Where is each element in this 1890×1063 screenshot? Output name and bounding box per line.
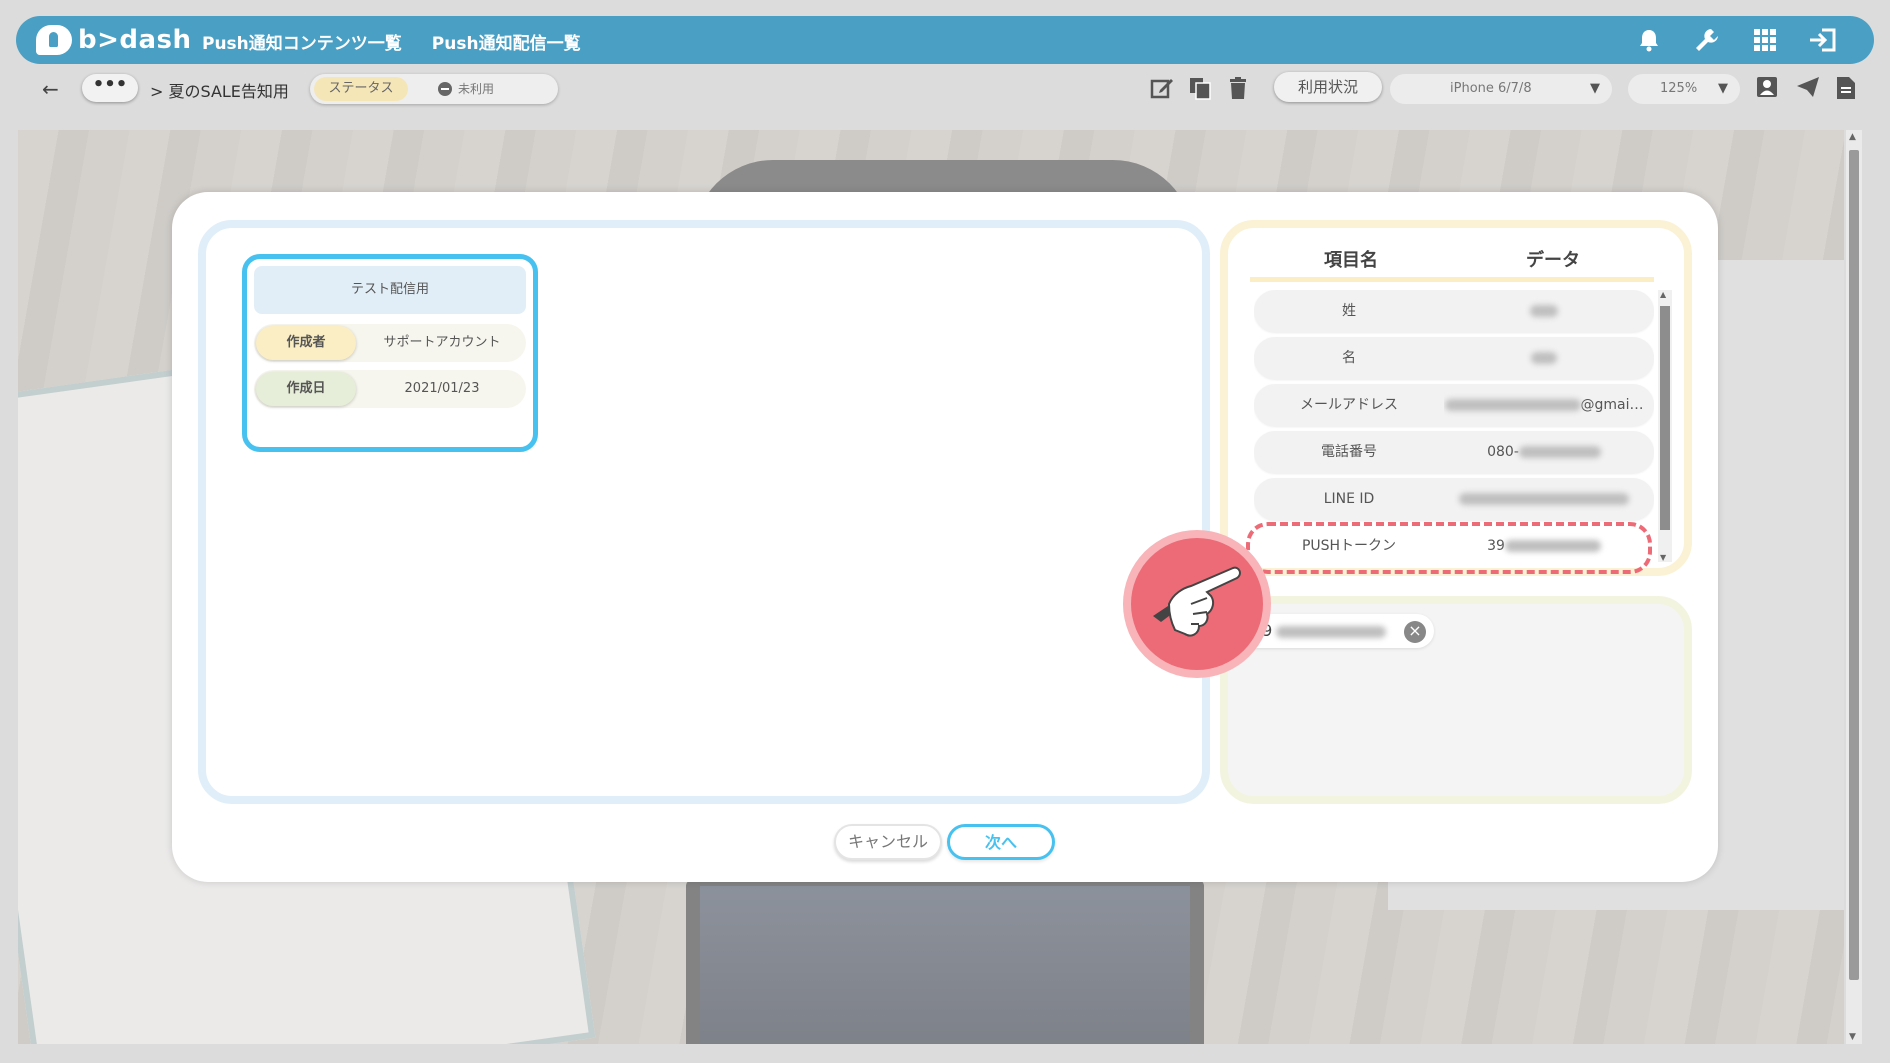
scrollbar-thumb[interactable] bbox=[1660, 306, 1670, 530]
scroll-up-arrow[interactable]: ▲ bbox=[1660, 290, 1666, 299]
device-select[interactable]: iPhone 6/7/8 ▼ bbox=[1390, 74, 1612, 104]
column-header-field-name: 項目名 bbox=[1324, 250, 1378, 271]
field-value bbox=[1444, 478, 1644, 520]
masked-value bbox=[1531, 352, 1557, 364]
field-row-line-id[interactable]: LINE ID bbox=[1254, 478, 1654, 520]
scroll-down-arrow[interactable]: ▼ bbox=[1849, 1032, 1856, 1042]
field-label: 姓 bbox=[1342, 303, 1356, 319]
selected-values-panel: 39 × bbox=[1220, 596, 1692, 804]
cancel-button[interactable]: キャンセル bbox=[834, 824, 942, 860]
field-value: 080- bbox=[1444, 431, 1644, 473]
masked-value bbox=[1276, 625, 1387, 638]
breadcrumb: > 夏のSALE告知用 bbox=[150, 82, 289, 101]
grid-icon[interactable] bbox=[1748, 24, 1782, 56]
scrollbar-thumb[interactable] bbox=[1849, 150, 1859, 980]
more-button[interactable]: ••• bbox=[82, 74, 138, 102]
toolbar: ← ••• > 夏のSALE告知用 ステータス 未利用 利用状況 iPhone … bbox=[10, 66, 1880, 112]
email-domain: @gmai… bbox=[1580, 397, 1644, 413]
document-icon[interactable] bbox=[1836, 76, 1860, 100]
card-row-created-date: 作成日 2021/01/23 bbox=[254, 370, 526, 408]
status-label: ステータス bbox=[314, 77, 408, 101]
remove-chip-icon[interactable]: × bbox=[1404, 621, 1426, 643]
logo-text: b>dash bbox=[78, 25, 192, 55]
scroll-down-arrow[interactable]: ▼ bbox=[1660, 553, 1666, 562]
card-row-value: 2021/01/23 bbox=[404, 381, 480, 396]
usage-button[interactable]: 利用状況 bbox=[1274, 72, 1382, 102]
trash-icon[interactable] bbox=[1226, 76, 1250, 100]
table-header: 項目名 データ bbox=[1250, 244, 1654, 282]
field-label: 電話番号 bbox=[1321, 444, 1377, 460]
push-token-highlight bbox=[1246, 522, 1652, 574]
masked-value bbox=[1444, 399, 1581, 411]
column-header-data: データ bbox=[1526, 250, 1580, 271]
card-row-label: 作成日 bbox=[256, 372, 356, 406]
nav-push-delivery-list[interactable]: Push通知配信一覧 bbox=[432, 29, 581, 54]
bell-icon[interactable] bbox=[1632, 24, 1666, 56]
field-row-email[interactable]: メールアドレス @gmai… bbox=[1254, 384, 1654, 426]
nav-push-content-list[interactable]: Push通知コンテンツ一覧 bbox=[202, 29, 402, 54]
mapping-modal: テスト配信用 作成者 サポートアカウント 作成日 2021/01/23 項目名 … bbox=[172, 192, 1718, 882]
header-icons bbox=[1632, 24, 1840, 56]
minus-circle-icon bbox=[438, 81, 452, 96]
test-delivery-card[interactable]: テスト配信用 作成者 サポートアカウント 作成日 2021/01/23 bbox=[242, 254, 538, 452]
field-value: @gmai… bbox=[1444, 384, 1644, 426]
field-label: LINE ID bbox=[1323, 491, 1375, 507]
chevron-down-icon: ▼ bbox=[1718, 81, 1728, 96]
chevron-down-icon: ▼ bbox=[1590, 81, 1600, 96]
logout-icon[interactable] bbox=[1806, 24, 1840, 56]
masked-value bbox=[1459, 493, 1629, 505]
status-value-text: 未利用 bbox=[458, 82, 495, 96]
toolbar-right-icons bbox=[1756, 76, 1860, 100]
template-panel: テスト配信用 作成者 サポートアカウント 作成日 2021/01/23 bbox=[198, 220, 1210, 804]
field-list-scrollbar[interactable]: ▲ ▼ bbox=[1658, 290, 1672, 562]
status-badge[interactable]: ステータス 未利用 bbox=[310, 74, 558, 104]
phone-prefix: 080- bbox=[1487, 444, 1519, 460]
field-label: 名 bbox=[1342, 350, 1356, 366]
pointing-hand-badge bbox=[1131, 538, 1263, 670]
pointing-hand-icon bbox=[1123, 530, 1271, 678]
card-title: テスト配信用 bbox=[254, 266, 526, 314]
next-button[interactable]: 次へ bbox=[947, 824, 1055, 860]
chip-text: 39 bbox=[1252, 614, 1387, 648]
card-row-creator: 作成者 サポートアカウント bbox=[254, 324, 526, 362]
back-button[interactable]: ← bbox=[42, 77, 59, 101]
top-nav: Push通知コンテンツ一覧 Push通知配信一覧 bbox=[202, 29, 581, 54]
field-label: メールアドレス bbox=[1300, 397, 1398, 413]
device-select-value: iPhone 6/7/8 bbox=[1450, 81, 1532, 96]
field-row-last-name[interactable]: 姓 bbox=[1254, 290, 1654, 332]
card-row-label: 作成者 bbox=[256, 326, 356, 360]
logo[interactable]: b>dash bbox=[36, 22, 192, 58]
logo-icon bbox=[36, 25, 72, 55]
field-value bbox=[1444, 337, 1644, 379]
zoom-select[interactable]: 125% ▼ bbox=[1628, 74, 1740, 104]
field-row-first-name[interactable]: 名 bbox=[1254, 337, 1654, 379]
edit-icon[interactable] bbox=[1150, 76, 1174, 100]
card-row-value: サポートアカウント bbox=[383, 335, 501, 350]
masked-value bbox=[1518, 446, 1601, 458]
field-row-phone[interactable]: 電話番号 080- bbox=[1254, 431, 1654, 473]
page-scrollbar[interactable]: ▲ ▼ bbox=[1846, 130, 1862, 1044]
scroll-up-arrow[interactable]: ▲ bbox=[1849, 132, 1856, 142]
zoom-select-value: 125% bbox=[1660, 81, 1698, 96]
status-value: 未利用 bbox=[438, 80, 494, 97]
masked-value bbox=[1530, 305, 1558, 317]
send-icon[interactable] bbox=[1796, 76, 1820, 100]
field-value bbox=[1444, 290, 1644, 332]
toolbar-icons bbox=[1150, 76, 1250, 100]
copy-icon[interactable] bbox=[1188, 76, 1212, 100]
wrench-icon[interactable] bbox=[1690, 24, 1724, 56]
profile-icon[interactable] bbox=[1756, 76, 1780, 100]
top-header: b>dash Push通知コンテンツ一覧 Push通知配信一覧 bbox=[16, 16, 1874, 64]
